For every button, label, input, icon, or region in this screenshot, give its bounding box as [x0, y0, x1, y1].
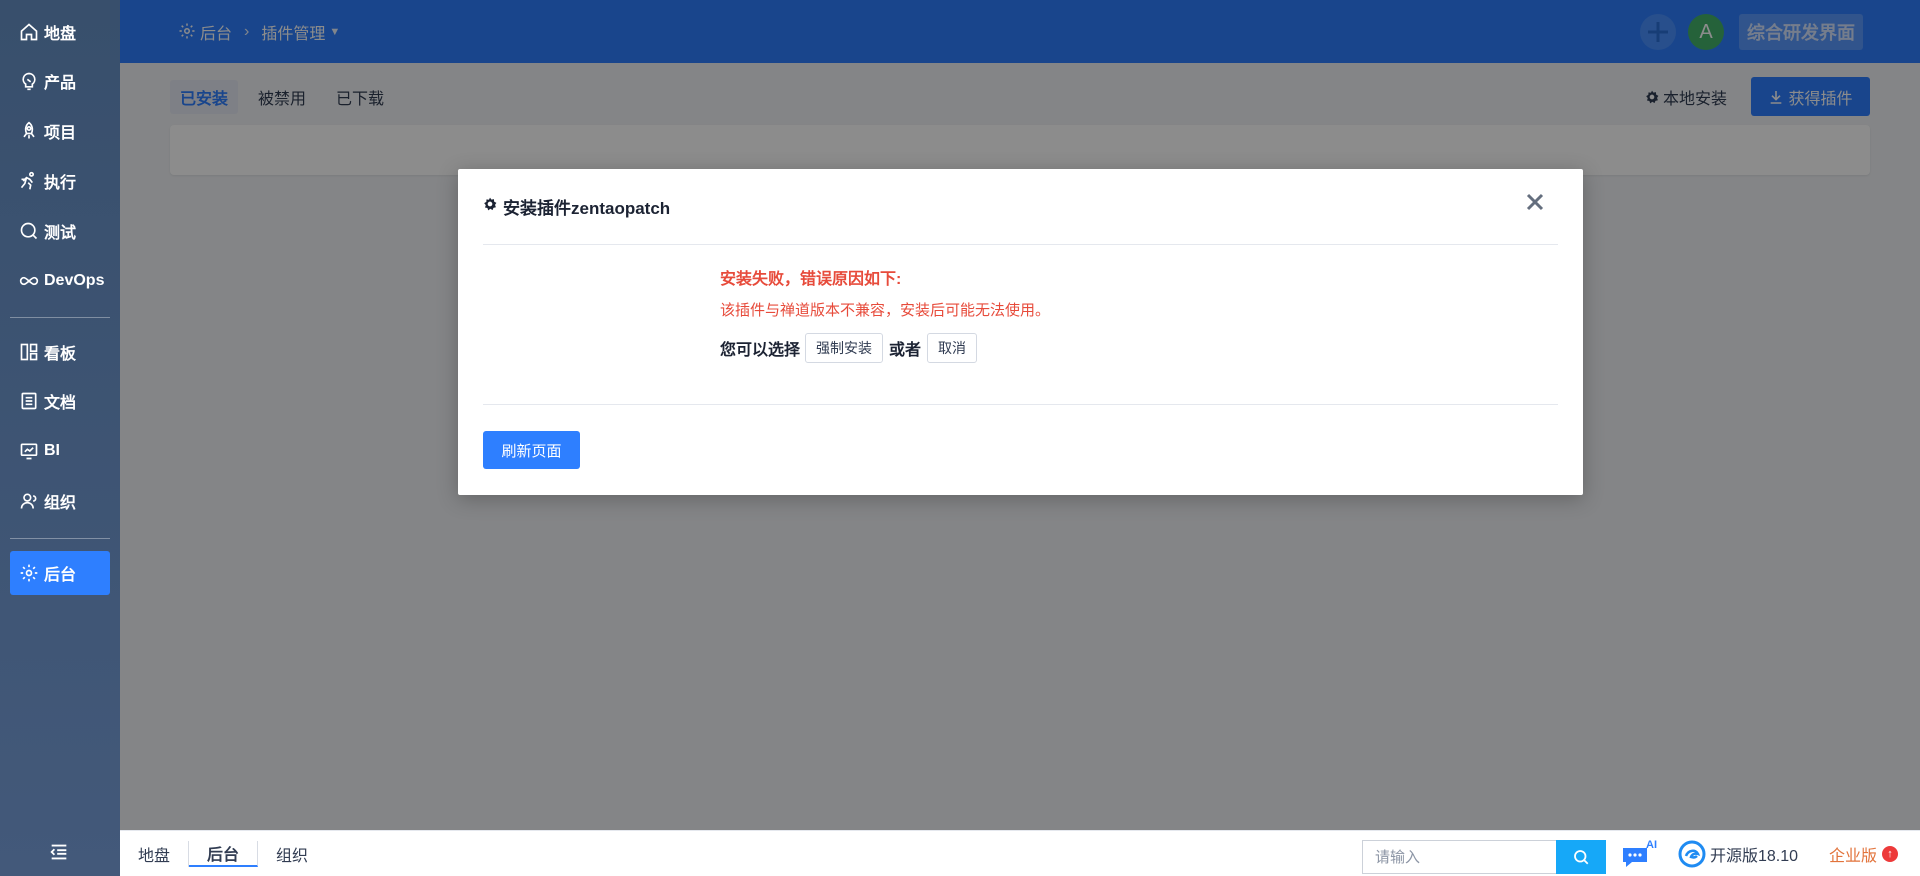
version-label: 开源版18.10	[1710, 848, 1799, 865]
choice-row: 您可以选择 强制安装 或者 取消	[720, 333, 1520, 363]
sidebar-item-project[interactable]: 项目	[10, 109, 110, 153]
sidebar-divider	[10, 538, 110, 539]
modal-body: 安装失败，错误原因如下: 该插件与禅道版本不兼容，安装后可能无法使用。 您可以选…	[720, 265, 1520, 363]
sidebar-item-label: 组织	[44, 495, 77, 512]
force-install-button[interactable]: 强制安装	[805, 333, 884, 363]
ai-label: AI	[1646, 839, 1657, 851]
search-button[interactable]	[1556, 840, 1606, 874]
error-title: 安装失败，错误原因如下:	[720, 271, 902, 288]
footer-crumb-dashboard[interactable]: 地盘	[138, 841, 190, 867]
sidebar-item-dashboard[interactable]: 地盘	[10, 10, 110, 54]
sidebar-item-bi[interactable]: BI	[10, 429, 110, 473]
cancel-button[interactable]: 取消	[927, 333, 978, 363]
search-input[interactable]	[1362, 840, 1556, 874]
sidebar-item-label: 地盘	[44, 26, 77, 43]
sidebar-item-label: DevOps	[44, 272, 105, 289]
search-icon	[1574, 850, 1589, 865]
rocket-icon	[18, 120, 40, 142]
choice-prefix: 您可以选择	[720, 342, 801, 359]
sidebar-item-label: 产品	[44, 75, 77, 92]
lightbulb-icon	[18, 70, 40, 92]
sidebar-item-label: 项目	[44, 125, 77, 142]
sidebar-item-execution[interactable]: 执行	[10, 159, 110, 203]
footer-bar: 地盘 后台 组织 AI 开源版18.10 企业版 ↑	[120, 830, 1920, 876]
modal-title: 安装插件zentaopatch	[503, 199, 671, 218]
sidebar-item-doc[interactable]: 文档	[10, 379, 110, 423]
kanban-icon	[18, 341, 40, 363]
sidebar-item-label: 执行	[44, 175, 77, 192]
gear-icon	[18, 562, 40, 584]
edition-label: 企业版	[1829, 848, 1878, 865]
sidebar-item-label: BI	[44, 442, 60, 459]
error-description: 该插件与禅道版本不兼容，安装后可能无法使用。	[720, 302, 1051, 319]
sidebar-item-test[interactable]: 测试	[10, 209, 110, 253]
monitor-icon	[18, 440, 40, 462]
sidebar-item-label: 测试	[44, 225, 77, 242]
document-icon	[18, 390, 40, 412]
ai-chat-button[interactable]: AI	[1620, 839, 1660, 871]
sidebar: 地盘 产品 项目 执行 测试 DevOps 看板 文档 BI 组织 后台	[0, 0, 120, 876]
upgrade-arrow-icon: ↑	[1882, 846, 1899, 862]
sidebar-item-label: 后台	[44, 567, 77, 584]
runner-icon	[18, 170, 40, 192]
refresh-page-button[interactable]: 刷新页面	[483, 431, 580, 469]
or-text: 或者	[889, 342, 922, 359]
sidebar-item-admin[interactable]: 后台	[10, 551, 110, 595]
close-icon[interactable]	[1520, 187, 1550, 217]
zentao-logo-icon	[1678, 840, 1706, 868]
gear-icon	[483, 197, 503, 216]
footer-crumb-org[interactable]: 组织	[258, 841, 326, 867]
sidebar-item-kanban[interactable]: 看板	[10, 330, 110, 374]
install-plugin-modal: 安装插件zentaopatch 安装失败，错误原因如下: 该插件与禅道版本不兼容…	[458, 169, 1583, 495]
infinity-icon	[18, 270, 40, 292]
test-icon	[18, 220, 40, 242]
home-icon	[18, 21, 40, 43]
footer-crumb-admin[interactable]: 后台	[189, 841, 259, 867]
version-info[interactable]: 开源版18.10	[1678, 831, 1798, 876]
edition-upgrade-link[interactable]: 企业版 ↑	[1829, 831, 1899, 876]
user-icon	[18, 490, 40, 512]
modal-divider	[483, 404, 1558, 405]
modal-header: 安装插件zentaopatch	[483, 169, 1558, 245]
sidebar-item-org[interactable]: 组织	[10, 479, 110, 523]
sidebar-item-label: 看板	[44, 346, 77, 363]
sidebar-item-devops[interactable]: DevOps	[10, 259, 110, 303]
footer-breadcrumb: 地盘 后台 组织	[138, 831, 326, 876]
collapse-sidebar-icon[interactable]	[48, 842, 72, 862]
sidebar-divider	[10, 317, 110, 318]
sidebar-item-product[interactable]: 产品	[10, 59, 110, 103]
sidebar-item-label: 文档	[44, 395, 77, 412]
